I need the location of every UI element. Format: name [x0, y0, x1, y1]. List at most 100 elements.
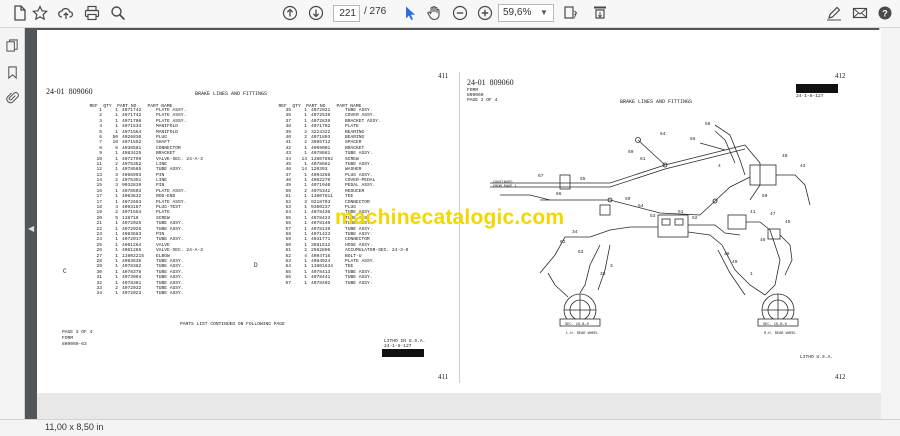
part-no-cell: 4072023 — [122, 291, 142, 297]
toolbar: 221 / 276 59,6% ▼ ? — [0, 0, 900, 28]
label-continued-from-page: CONTINUED FROM PAGE 1 — [493, 181, 517, 189]
callout-55: 55 — [580, 176, 586, 182]
right-bottom-page-number: 412 — [835, 373, 846, 381]
redacted-black-block — [382, 349, 424, 357]
scroll-mode-icon[interactable] — [590, 3, 610, 23]
part-name-cell: TUBE ASSY. — [345, 280, 373, 286]
label-sec-right: SEC. 16-B-0 — [763, 323, 787, 327]
callout-1: 1 — [750, 271, 753, 277]
callout-60: 60 — [628, 149, 634, 155]
redacted-black-block — [796, 84, 838, 93]
ref-cell: 34 — [96, 291, 102, 297]
next-page-icon[interactable] — [306, 3, 326, 23]
callout-64: 64 — [660, 131, 666, 137]
right-header-serial: 809060 — [489, 78, 514, 87]
label-sec-left: SEC. 16-B-0 — [565, 323, 589, 327]
callout-66: 66 — [556, 191, 562, 197]
parts-continued-note: PARTS LIST CONTINUED ON FOLLOWING PAGE — [180, 322, 285, 327]
left-sidebar — [0, 28, 25, 419]
select-cursor-icon[interactable] — [400, 3, 420, 23]
hand-tool-icon[interactable] — [424, 3, 444, 23]
watermark-text: machinecatalogic.com — [335, 206, 565, 229]
callout-58: 58 — [705, 121, 711, 127]
right-header-code: 24-01 — [467, 78, 486, 87]
parts-table-row: 67 1 4078402 TUBE ASSY. — [273, 281, 427, 286]
page-total: / 276 — [364, 6, 387, 17]
upload-cloud-icon[interactable] — [56, 3, 76, 23]
label-lh-rear-wheel: L.H. REAR WHEEL — [566, 332, 599, 336]
collapse-left-panel-icon[interactable]: ◀ — [28, 224, 34, 233]
qty-cell: 1 — [115, 291, 118, 297]
callout-45: 45 — [785, 219, 791, 225]
callout-49: 49 — [732, 259, 738, 265]
part-no-cell: 4078402 — [311, 280, 331, 286]
right-date-code: 24-1-8-127 — [796, 94, 824, 99]
zoom-out-icon[interactable] — [450, 3, 470, 23]
left-footer-form: FORM — [62, 336, 74, 341]
callout-43: 43 — [800, 163, 806, 169]
page-bottom-gap — [37, 393, 881, 419]
callout-47: 47 — [770, 211, 776, 217]
parts-table-row: 34 1 4072023 TUBE ASSY. — [84, 291, 238, 296]
left-footer-page-of: PAGE 3 OF 4 — [62, 330, 93, 335]
callout-3: 3 — [610, 263, 613, 269]
callout-52: 52 — [692, 215, 698, 221]
mail-icon[interactable] — [850, 3, 870, 23]
left-page-title: BRAKE LINES AND FITTINGS — [195, 91, 268, 97]
pages-thumbnail-icon[interactable] — [3, 36, 21, 54]
right-page-of: PAGE 2 OF 4 — [467, 98, 498, 103]
chevron-down-icon[interactable]: ▼ — [540, 4, 548, 22]
callout-50: 50 — [762, 193, 768, 199]
ref-cell: 67 — [285, 280, 291, 286]
callout-59: 59 — [625, 196, 631, 202]
left-bottom-page-number: 411 — [438, 373, 449, 381]
zoom-in-icon[interactable] — [475, 3, 495, 23]
callout-65: 65 — [690, 136, 696, 142]
right-header: 24-01 809060 — [467, 78, 514, 87]
callout-48: 48 — [724, 251, 730, 257]
right-page-number: 412 — [835, 72, 846, 80]
print-icon[interactable] — [82, 3, 102, 23]
left-footer-serial: 809060-63 — [62, 342, 87, 347]
right-litho: LITHO U.S.A. — [800, 355, 834, 360]
sign-pen-icon[interactable] — [824, 3, 844, 23]
left-page-number: 411 — [438, 72, 449, 80]
brake-lines-diagram: 58 64 65 60 61 4 67 66 55 59 54 40 43 50… — [490, 121, 811, 327]
page-size-label: 11,00 x 8,50 in — [45, 422, 104, 432]
search-zoom-icon[interactable] — [108, 3, 128, 23]
revision-marker-c: C — [63, 268, 67, 275]
new-file-icon[interactable] — [10, 3, 30, 23]
page-number-input[interactable]: 221 — [333, 5, 360, 22]
revision-marker-d: D — [254, 262, 258, 269]
svg-text:?: ? — [882, 9, 888, 19]
callout-63: 63 — [578, 249, 584, 255]
parts-list-left-column: 1 1 4071742 PLATE ASSY. 2 1 4071742 PLATE ASSY.… — [84, 108, 238, 297]
previous-page-icon[interactable] — [280, 3, 300, 23]
help-icon[interactable]: ? — [875, 3, 895, 23]
status-bar: 11,00 x 8,50 in — [0, 419, 900, 436]
attachment-paperclip-icon[interactable] — [3, 88, 21, 106]
parts-list-right-column: 35 1 4072021 TUBE ASSY. 36 1 4072539 COVER ASSY… — [273, 108, 427, 286]
callout-41: 41 — [750, 209, 756, 215]
callout-53: 53 — [650, 213, 656, 219]
callout-61: 61 — [640, 156, 646, 162]
part-name-cell: TUBE ASSY. — [156, 291, 184, 297]
callout-67: 67 — [538, 173, 544, 179]
label-rh-rear-wheel: R.H. REAR WHEEL — [764, 332, 797, 336]
callout-54: 54 — [638, 203, 644, 209]
right-sidebar — [879, 28, 900, 419]
callout-62: 62 — [560, 239, 566, 245]
callout-46: 46 — [760, 237, 766, 243]
left-header: 24-01 809060 — [46, 87, 93, 96]
callout-33: 33 — [600, 271, 606, 277]
bookmark-icon[interactable] — [3, 63, 21, 81]
callout-34: 34 — [572, 229, 578, 235]
bookmark-star-icon[interactable] — [30, 3, 50, 23]
callout-51: 51 — [678, 209, 684, 215]
left-header-code: 24-01 — [46, 87, 65, 96]
fit-page-icon[interactable] — [560, 3, 580, 23]
callout-40: 40 — [782, 153, 788, 159]
callout-4: 4 — [718, 163, 721, 169]
qty-cell: 1 — [304, 280, 307, 286]
left-header-serial: 809060 — [68, 87, 93, 96]
